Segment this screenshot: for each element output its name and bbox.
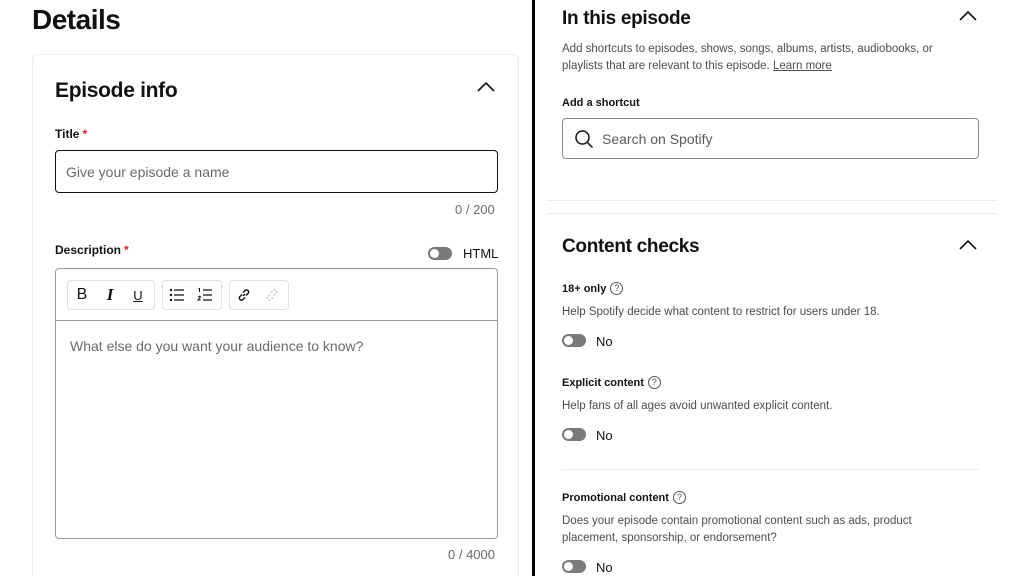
numbered-list-icon[interactable] — [191, 281, 219, 309]
description-editor[interactable]: B I U What else do you want your audienc… — [55, 268, 498, 539]
required-mark: * — [124, 243, 129, 257]
title-counter: 0 / 200 — [455, 202, 495, 217]
section-divider — [547, 213, 997, 214]
question-circle-icon[interactable]: ? — [672, 491, 686, 504]
unlink-icon[interactable] — [258, 281, 286, 309]
search-input[interactable] — [602, 119, 962, 158]
learn-more-link[interactable]: Learn more — [773, 60, 832, 72]
format-button-group: B I U — [67, 280, 155, 310]
html-toggle-label: HTML — [463, 246, 499, 261]
adult-only-toggle[interactable] — [562, 334, 586, 347]
add-shortcut-label: Add a shortcut — [562, 97, 640, 109]
promotional-content-help: Does your episode contain promotional co… — [562, 515, 912, 544]
list-button-group — [162, 280, 222, 310]
episode-info-heading: Episode info — [55, 79, 178, 102]
underline-button[interactable]: U — [124, 281, 152, 309]
explicit-content-toggle[interactable] — [562, 428, 586, 441]
link-button-group — [229, 280, 289, 310]
explicit-content-label: Explicit content? — [562, 376, 661, 389]
item-divider — [562, 469, 979, 470]
episode-info-card: Episode info Title* 0 / 200 Description*… — [32, 54, 519, 576]
in-this-episode-description: Add shortcuts to episodes, shows, songs,… — [562, 41, 942, 75]
details-pane: Details Episode info Title* 0 / 200 Desc… — [0, 0, 532, 576]
page-title: Details — [32, 4, 121, 35]
adult-only-help: Help Spotify decide what content to rest… — [562, 306, 880, 318]
content-checks-heading: Content checks — [562, 236, 700, 257]
chevron-up-icon[interactable] — [959, 11, 977, 21]
shortcut-help-text: Add shortcuts to episodes, shows, songs,… — [562, 43, 933, 72]
description-label: Description * — [55, 243, 129, 257]
promotional-content-value: No — [596, 560, 613, 575]
shortcut-search-box[interactable] — [562, 118, 979, 159]
in-this-episode-heading: In this episode — [562, 8, 691, 29]
bold-button[interactable]: B — [68, 281, 96, 309]
link-icon[interactable] — [230, 281, 258, 309]
side-panel: In this episode Add shortcuts to episode… — [535, 0, 1024, 576]
episode-title-input[interactable] — [55, 150, 498, 193]
explicit-content-value: No — [596, 428, 613, 443]
explicit-content-label-text: Explicit content — [562, 376, 644, 389]
promotional-content-label-text: Promotional content — [562, 491, 669, 504]
promotional-content-label: Promotional content? — [562, 491, 686, 504]
title-label-text: Title — [55, 127, 80, 141]
chevron-up-icon[interactable] — [477, 82, 495, 92]
description-placeholder: What else do you want your audience to k… — [70, 338, 364, 354]
description-label-text: Description — [55, 243, 122, 257]
bullet-list-icon[interactable] — [163, 281, 191, 309]
chevron-up-icon[interactable] — [959, 240, 977, 250]
question-circle-icon[interactable]: ? — [610, 282, 624, 295]
italic-button[interactable]: I — [96, 281, 124, 309]
question-circle-icon[interactable]: ? — [647, 376, 661, 389]
editor-toolbar: B I U — [56, 269, 497, 321]
adult-only-value: No — [596, 334, 613, 349]
section-divider — [547, 200, 997, 201]
adult-only-label: 18+ only? — [562, 282, 624, 295]
title-label: Title * — [55, 127, 87, 141]
html-toggle[interactable] — [428, 247, 452, 260]
explicit-content-help: Help fans of all ages avoid unwanted exp… — [562, 400, 833, 412]
adult-only-label-text: 18+ only — [562, 282, 607, 295]
required-mark: * — [82, 127, 88, 141]
promotional-content-toggle[interactable] — [562, 560, 586, 573]
description-counter: 0 / 4000 — [448, 547, 495, 562]
search-icon — [574, 129, 594, 149]
